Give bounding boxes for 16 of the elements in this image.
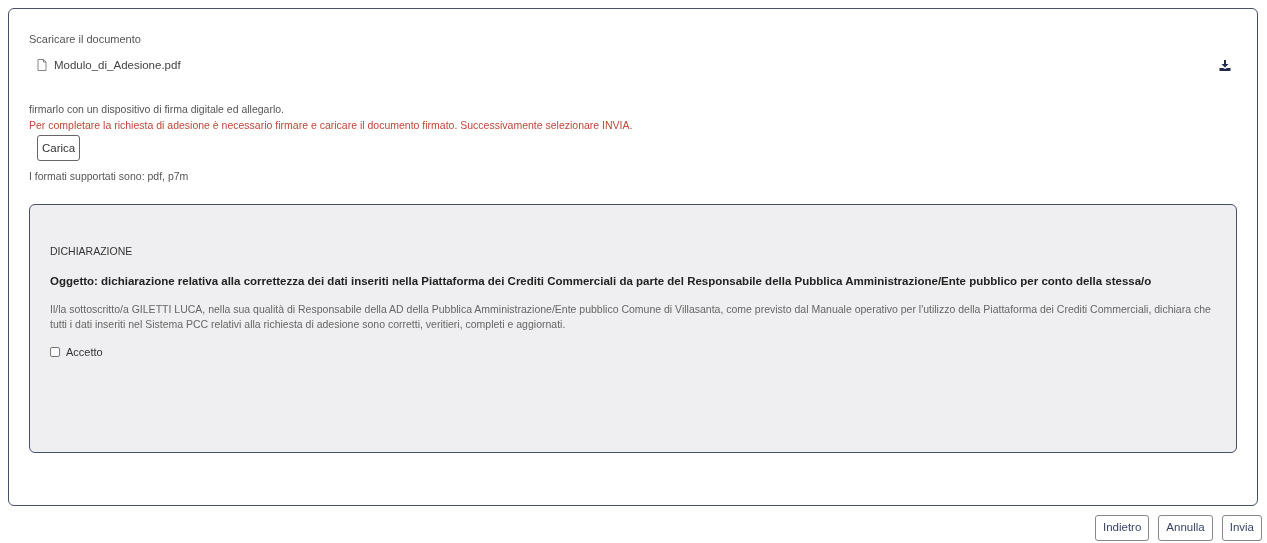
declaration-body: Il/la sottoscritto/a GILETTI LUCA, nella sua qualità di Responsabile della AD della Pubblica Amministrazione/Ente pubblico Comune di Villasanta, come previsto dal Manuale operativo per l'utilizzo della Piattaforma dei Crediti Commerciali, dichiara che tutti i dati inseriti nel Sistema PCC relativi alla richiesta di adesione sono corretti, veritieri, completi e aggiornati. bbox=[50, 301, 1212, 332]
file-link[interactable]: Modulo_di_Adesione.pdf bbox=[54, 56, 181, 74]
declaration-subject: Oggetto: dichiarazione relativa alla correttezza dei dati inseriti nella Piattaforma dei Crediti Commerciali da parte del Responsabile della Pubblica Amministrazione/Ente pubblico per conto della stessa/o bbox=[50, 273, 1153, 289]
download-icon[interactable] bbox=[1219, 59, 1231, 71]
download-label: Scaricare il documento bbox=[29, 32, 141, 47]
upload-button[interactable]: Carica bbox=[37, 135, 81, 162]
formats-note: I formati supportati sono: pdf, p7m bbox=[29, 169, 189, 185]
action-button[interactable]: Annulla bbox=[1158, 515, 1213, 541]
warning-text: Per completare la richiesta di adesione è necessario firmare e caricare il documento firmato. Successivamente selezionare INVIA. bbox=[29, 117, 633, 133]
declaration-title: DICHIARAZIONE bbox=[50, 244, 133, 259]
action-button[interactable]: Invia bbox=[1221, 515, 1262, 541]
instructions-text: firmarlo con un dispositivo di firma digitale ed allegarlo. bbox=[29, 101, 285, 117]
accept-checkbox[interactable] bbox=[50, 347, 60, 357]
accept-label: Accetto bbox=[66, 344, 103, 360]
action-button[interactable]: Indietro bbox=[1094, 515, 1150, 541]
document-icon bbox=[37, 59, 47, 72]
